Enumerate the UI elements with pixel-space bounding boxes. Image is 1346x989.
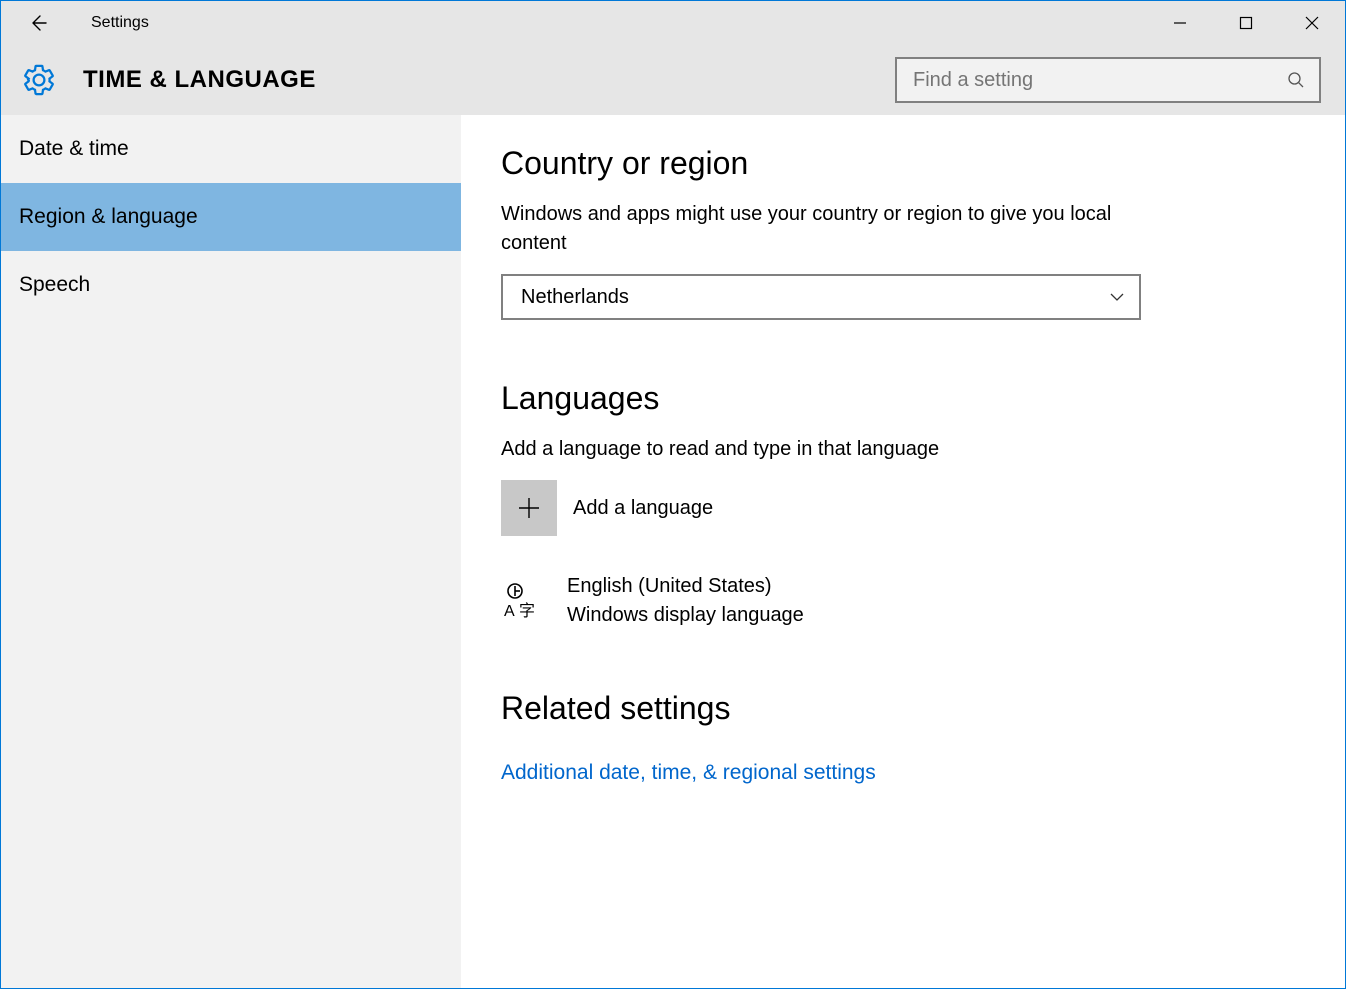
minimize-button[interactable] [1147, 3, 1213, 43]
header: TIME & LANGUAGE [1, 45, 1345, 115]
search-input[interactable] [913, 69, 1285, 92]
language-text: English (United States) Windows display … [567, 572, 804, 630]
svg-text:A: A [504, 603, 515, 620]
language-item[interactable]: A 字 English (United States) Windows disp… [501, 572, 1305, 630]
back-button[interactable] [19, 1, 57, 45]
body: Date & time Region & language Speech Cou… [1, 115, 1345, 988]
maximize-icon [1239, 16, 1253, 30]
country-dropdown[interactable]: Netherlands [501, 274, 1141, 320]
chevron-down-icon [1109, 289, 1125, 305]
arrow-left-icon [28, 13, 48, 33]
gear-icon [21, 62, 57, 98]
settings-window: Settings [0, 0, 1346, 989]
language-name: English (United States) [567, 572, 804, 601]
sidebar-item-speech[interactable]: Speech [1, 251, 461, 319]
svg-text:字: 字 [519, 602, 535, 620]
section-desc-region: Windows and apps might use your country … [501, 200, 1141, 258]
section-title-region: Country or region [501, 145, 1305, 182]
sidebar-item-label: Region & language [19, 205, 198, 229]
plus-icon [501, 480, 557, 536]
sidebar-item-label: Speech [19, 273, 90, 297]
window-controls [1147, 3, 1345, 43]
language-subtitle: Windows display language [567, 601, 804, 630]
section-title-languages: Languages [501, 380, 1305, 417]
country-dropdown-value: Netherlands [521, 286, 629, 309]
content: Country or region Windows and apps might… [461, 115, 1345, 988]
sidebar-item-label: Date & time [19, 137, 129, 161]
titlebar: Settings [1, 1, 1345, 45]
close-icon [1305, 16, 1319, 30]
window-title: Settings [91, 14, 149, 32]
search-icon [1285, 71, 1307, 89]
section-desc-languages: Add a language to read and type in that … [501, 435, 1141, 464]
add-language-button[interactable]: Add a language [501, 480, 1305, 536]
search-box[interactable] [895, 57, 1321, 103]
sidebar-item-date-time[interactable]: Date & time [1, 115, 461, 183]
maximize-button[interactable] [1213, 3, 1279, 43]
minimize-icon [1173, 16, 1187, 30]
language-icon: A 字 [501, 579, 545, 623]
page-title: TIME & LANGUAGE [83, 66, 316, 94]
add-language-label: Add a language [573, 497, 713, 520]
sidebar-item-region-language[interactable]: Region & language [1, 183, 461, 251]
link-additional-settings[interactable]: Additional date, time, & regional settin… [501, 761, 1305, 785]
close-button[interactable] [1279, 3, 1345, 43]
sidebar: Date & time Region & language Speech [1, 115, 461, 988]
section-title-related: Related settings [501, 690, 1305, 727]
